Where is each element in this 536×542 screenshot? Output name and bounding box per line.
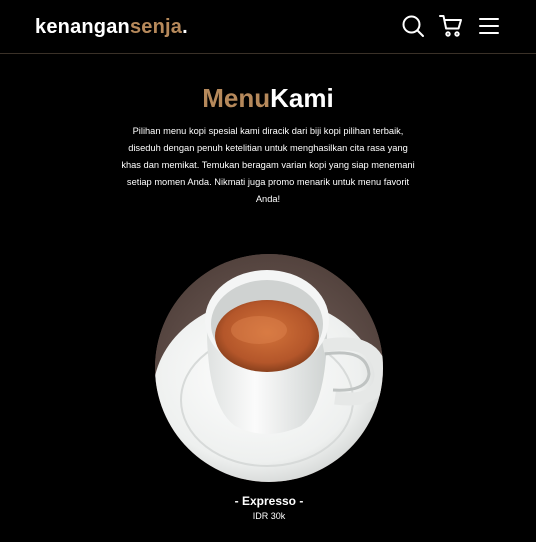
hamburger-menu-icon[interactable] (477, 14, 501, 38)
shopping-cart-icon[interactable] (439, 14, 463, 38)
logo-part-1: kenangan (35, 16, 130, 38)
title-part-2: Kami (270, 83, 334, 113)
brand-logo[interactable]: kenangansenja. (35, 16, 188, 39)
menu-item-name: - Expresso - (234, 494, 304, 508)
title-part-1: Menu (202, 83, 271, 113)
espresso-cup-image (155, 254, 383, 482)
menu-item-price: IDR 30k (252, 511, 286, 521)
navbar-icons (401, 14, 501, 38)
section-description: Pilihan menu kopi spesial kami diracik d… (121, 126, 415, 204)
section-title: MenuKami (0, 82, 536, 114)
menu-card[interactable]: - Expresso - IDR 30k (155, 254, 383, 521)
logo-dot: . (182, 16, 188, 38)
menu-section: MenuKami Pilihan menu kopi spesial kami … (0, 55, 536, 542)
logo-part-2: senja (129, 16, 183, 38)
navbar: kenangansenja. (0, 0, 536, 54)
search-icon[interactable] (401, 14, 425, 38)
